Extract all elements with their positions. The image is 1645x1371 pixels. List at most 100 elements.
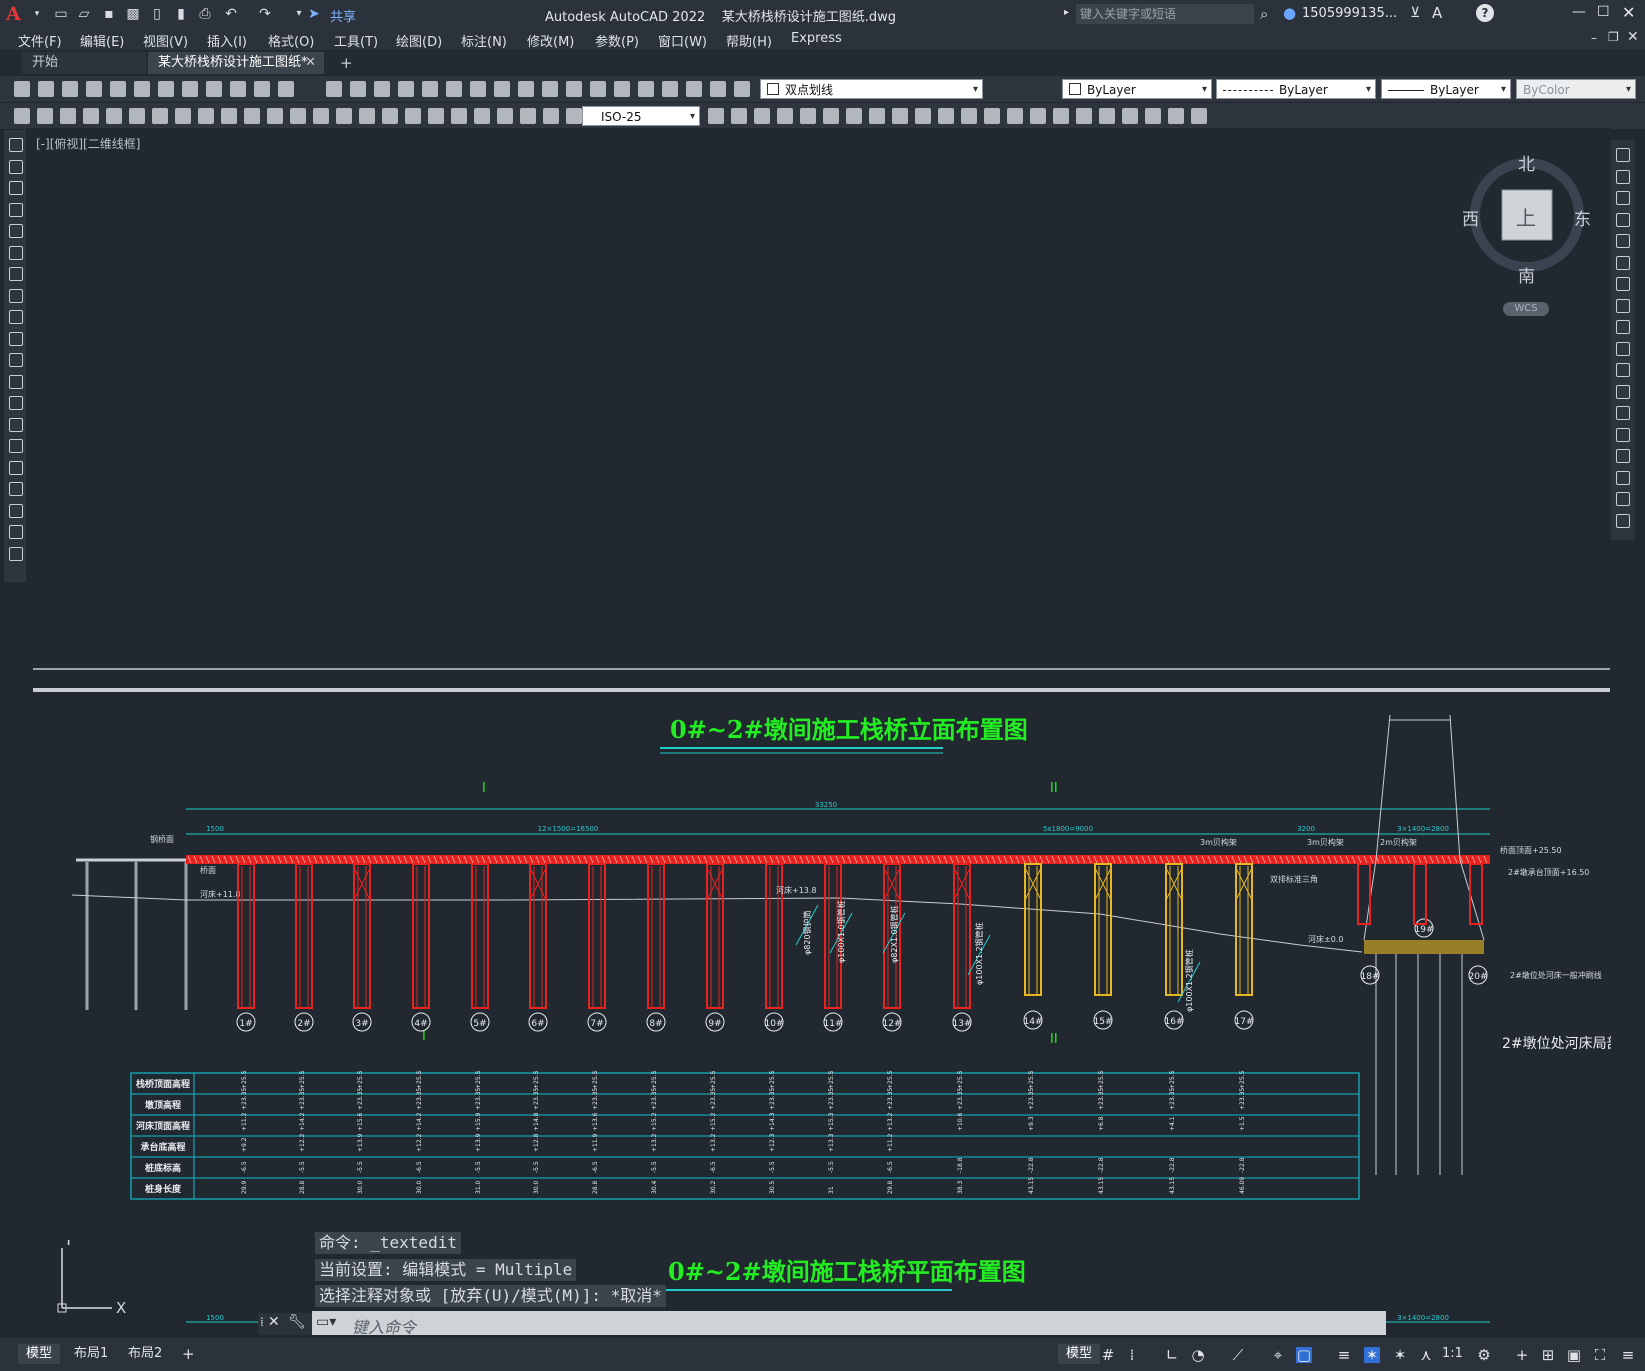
customize-wrench-icon[interactable]: 🔧︎ (288, 1314, 306, 1330)
dim-tool-45-icon[interactable] (1145, 108, 1161, 124)
modify-tool-16-icon[interactable] (1616, 470, 1630, 485)
toolbar-tool-5-icon[interactable] (110, 81, 126, 97)
toolbar-tool-4-icon[interactable] (86, 81, 102, 97)
isolate-objects-icon[interactable]: ⊞ (1540, 1347, 1556, 1363)
viewcube-south[interactable]: 南 (1518, 262, 1535, 287)
draw-tool-15-icon[interactable] (9, 439, 23, 453)
dim-tool-33-icon[interactable] (869, 108, 885, 124)
dim-tool-35-icon[interactable] (915, 108, 931, 124)
dim-tool-22-icon[interactable] (497, 108, 513, 124)
toolbar-tool-29-icon[interactable] (710, 81, 726, 97)
toolbar-tool-24-icon[interactable] (590, 81, 606, 97)
toolbar-tool-11-icon[interactable] (254, 81, 270, 97)
maximize-icon[interactable]: ☐ (1597, 4, 1610, 20)
menu-modify[interactable]: 修改(M) (527, 31, 574, 50)
dim-tool-5-icon[interactable] (106, 108, 122, 124)
doc-close-icon[interactable]: ✕ (1627, 29, 1639, 45)
save-icon[interactable]: ▪ (100, 5, 118, 23)
menu-view[interactable]: 视图(V) (143, 31, 188, 50)
dim-tool-30-icon[interactable] (800, 108, 816, 124)
app-menu-chevron-icon[interactable]: ▾ (28, 5, 46, 23)
draw-tool-5-icon[interactable] (9, 224, 23, 238)
toolbar-tool-20-icon[interactable] (494, 81, 510, 97)
dim-tool-32-icon[interactable] (846, 108, 862, 124)
toolbar-tool-25-icon[interactable] (614, 81, 630, 97)
isodraft-icon[interactable]: ⟋ (1230, 1347, 1246, 1363)
dim-tool-34-icon[interactable] (892, 108, 908, 124)
lineweight-dropdown[interactable]: ByLayer ▾ (1381, 79, 1511, 99)
dim-tool-21-icon[interactable] (474, 108, 490, 124)
close-icon[interactable]: ✕ (1622, 3, 1635, 22)
color-dropdown[interactable]: ByLayer ▾ (1062, 79, 1212, 99)
draw-tool-19-icon[interactable] (9, 525, 23, 539)
layout-tab-2[interactable]: 布局2 (120, 1344, 170, 1364)
dim-tool-19-icon[interactable] (428, 108, 444, 124)
new-tab-button[interactable]: + (330, 52, 363, 74)
modify-tool-5-icon[interactable] (1616, 234, 1630, 248)
autoscale-icon[interactable]: ✶ (1392, 1347, 1408, 1363)
draw-tool-16-icon[interactable] (9, 460, 23, 475)
plotstyle-dropdown[interactable]: ByColor ▾ (1516, 79, 1636, 99)
ortho-icon[interactable]: ∟ (1164, 1347, 1180, 1363)
user-icon[interactable]: ● (1283, 4, 1296, 22)
menu-express[interactable]: Express (791, 31, 842, 46)
tab-start[interactable]: 开始 (22, 52, 146, 74)
dim-tool-26-icon[interactable] (708, 108, 724, 124)
draw-tool-18-icon[interactable] (9, 503, 23, 518)
menu-tools[interactable]: 工具(T) (334, 31, 378, 50)
dim-tool-18-icon[interactable] (405, 108, 421, 124)
dim-tool-23-icon[interactable] (520, 108, 536, 124)
modify-tool-1-icon[interactable] (1616, 148, 1630, 162)
open-from-web-icon[interactable]: ▯ (148, 5, 166, 23)
toolbar-tool-30-icon[interactable] (734, 81, 750, 97)
plus-icon[interactable]: + (1514, 1347, 1530, 1363)
user-account[interactable]: 1505999135... (1302, 6, 1397, 21)
clean-screen-icon[interactable]: ⛶ (1592, 1347, 1608, 1363)
wcs-menu-button[interactable]: WCS (1503, 302, 1549, 316)
menu-edit[interactable]: 编辑(E) (80, 31, 124, 50)
doc-minimize-icon[interactable]: – (1591, 31, 1597, 45)
dim-tool-28-icon[interactable] (754, 108, 770, 124)
toolbar-tool-18-icon[interactable] (446, 81, 462, 97)
customize-menu-icon[interactable]: ≡ (1620, 1347, 1636, 1363)
autodesk-app-icon[interactable]: A (1432, 4, 1442, 22)
dim-tool-46-icon[interactable] (1168, 108, 1184, 124)
dim-tool-3-icon[interactable] (60, 108, 76, 124)
toolbar-tool-28-icon[interactable] (686, 81, 702, 97)
dim-tool-6-icon[interactable] (129, 108, 145, 124)
viewcube-north[interactable]: 北 (1518, 150, 1535, 175)
annotation-scale-value[interactable]: 1:1 (1442, 1346, 1463, 1361)
modify-tool-2-icon[interactable] (1616, 169, 1630, 184)
osnap-icon[interactable]: ⌖ (1270, 1347, 1286, 1363)
dim-tool-24-icon[interactable] (543, 108, 559, 124)
dim-tool-8-icon[interactable] (175, 108, 191, 124)
toolbar-tool-3-icon[interactable] (62, 81, 78, 97)
layer-dropdown[interactable]: 双点划线 ▾ (760, 79, 983, 99)
viewport-controls[interactable]: [-][俯视][二维线框] (36, 135, 140, 152)
dim-tool-27-icon[interactable] (731, 108, 747, 124)
dim-tool-12-icon[interactable] (267, 108, 283, 124)
menu-insert[interactable]: 插入(I) (207, 31, 247, 50)
redo-icon[interactable]: ↷ (256, 5, 274, 23)
toolbar-tool-9-icon[interactable] (206, 81, 222, 97)
close-tab-icon[interactable]: ✕ (305, 52, 316, 74)
viewcube[interactable]: 北 南 东 西 上 WCS (1462, 150, 1592, 320)
plot-icon[interactable]: ⎙ (196, 5, 214, 23)
grid-icon[interactable]: # (1100, 1347, 1116, 1363)
help-search-input[interactable]: 键入关键字或短语 (1076, 4, 1254, 24)
toolbar-tool-7-icon[interactable] (158, 81, 174, 97)
dim-tool-15-icon[interactable] (336, 108, 352, 124)
toolbar-tool-13-icon[interactable] (326, 81, 342, 97)
drawing-canvas[interactable]: 0#~2#墩间施工栈桥立面布置图 0#~2#墩间施工栈桥平面布置图 I II I II 33… (26, 128, 1611, 1338)
modify-tool-12-icon[interactable] (1616, 384, 1630, 399)
dim-tool-31-icon[interactable] (823, 108, 839, 124)
close-command-icon[interactable]: ✕ (268, 1314, 280, 1330)
undo-icon[interactable]: ↶ (222, 5, 240, 23)
draw-tool-4-icon[interactable] (9, 202, 23, 217)
draw-tool-8-icon[interactable] (9, 288, 23, 303)
cart-icon[interactable]: ⊻ (1410, 5, 1420, 21)
modify-tool-3-icon[interactable] (1616, 191, 1630, 205)
draw-tool-11-icon[interactable] (9, 353, 23, 367)
draw-tool-10-icon[interactable] (9, 331, 23, 346)
modify-tool-10-icon[interactable] (1616, 341, 1630, 356)
